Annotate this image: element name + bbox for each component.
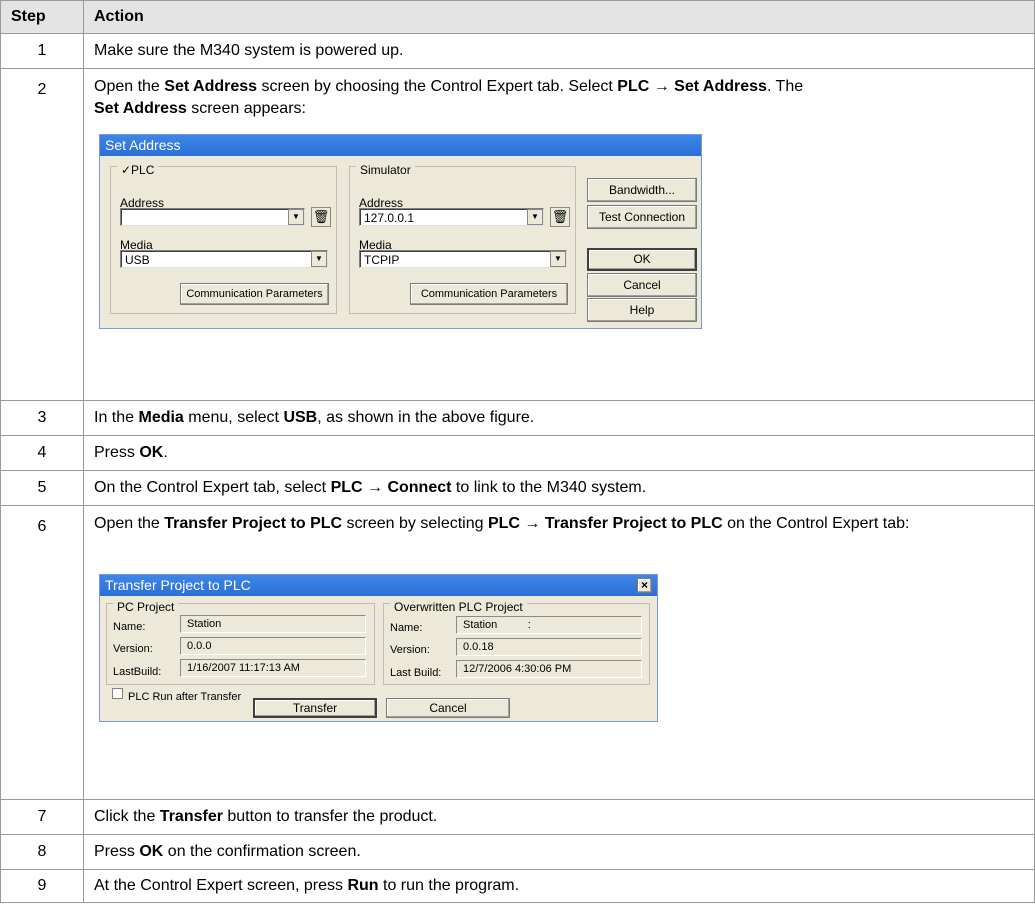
pc-name-value: Station <box>180 615 366 633</box>
step-action: In the Media menu, select USB, as shown … <box>83 400 1035 436</box>
pc-build-value: 1/16/2007 11:17:13 AM <box>180 659 366 677</box>
test-connection-button[interactable]: Test Connection <box>587 205 697 229</box>
plc-name-value: Station : <box>456 616 642 634</box>
cancel-button[interactable]: Cancel <box>587 273 697 297</box>
step-text: Open the Transfer Project to PLC screen … <box>94 515 910 532</box>
trash-icon[interactable]: 🗑 <box>550 207 570 227</box>
step-number: 3 <box>0 400 84 436</box>
step-number: 7 <box>0 799 84 835</box>
plc-project-group-label: Overwritten PLC Project <box>390 596 527 618</box>
pc-version-label: Version: <box>113 643 153 655</box>
plc-group-label: ✓PLC <box>117 159 159 181</box>
step-number: 9 <box>0 869 84 903</box>
step-number: 6 <box>0 505 84 800</box>
pc-project-group-label: PC Project <box>113 596 179 618</box>
plc-run-after-transfer-label: PLC Run after Transfer <box>128 691 242 703</box>
chevron-down-icon[interactable]: ▼ <box>311 251 327 267</box>
bandwidth-button[interactable]: Bandwidth... <box>587 178 697 202</box>
chevron-down-icon[interactable]: ▼ <box>288 209 304 225</box>
plc-build-value: 12/7/2006 4:30:06 PM <box>456 660 642 678</box>
dialog-title: Set Address <box>100 135 701 156</box>
transfer-button[interactable]: Transfer <box>253 698 377 718</box>
plc-run-after-transfer-checkbox[interactable] <box>112 688 123 699</box>
cancel-button[interactable]: Cancel <box>386 698 510 718</box>
trash-icon[interactable]: 🗑 <box>311 207 331 227</box>
step-number: 8 <box>0 834 84 870</box>
step-action: Open the Set Address screen by choosing … <box>83 68 1035 401</box>
simulator-group-label: Simulator <box>356 159 415 181</box>
table-row: 7 Click the Transfer button to transfer … <box>0 799 1035 835</box>
step-action: At the Control Expert screen, press Run … <box>83 869 1035 903</box>
step-action: Press OK on the confirmation screen. <box>83 834 1035 870</box>
plc-build-label: Last Build: <box>390 667 442 679</box>
plc-version-value: 0.0.18 <box>456 638 642 656</box>
step-action: Open the Transfer Project to PLC screen … <box>83 505 1035 800</box>
step-number: 2 <box>0 68 84 401</box>
step-number: 1 <box>0 33 84 69</box>
table-header-row: Step Action <box>0 0 1035 34</box>
table-row: 5 On the Control Expert tab, select PLC … <box>0 470 1035 506</box>
plc-version-label: Version: <box>390 644 430 656</box>
set-address-dialog: Set Address ✓PLC Address ▼ 🗑 Media USB ▼… <box>99 134 702 329</box>
table-row: 1 Make sure the M340 system is powered u… <box>0 33 1035 69</box>
plc-address-combo[interactable] <box>120 208 305 226</box>
step-number: 5 <box>0 470 84 506</box>
plc-communication-parameters-button[interactable]: Communication Parameters <box>180 283 329 305</box>
table-row: 4 Press OK. <box>0 435 1035 471</box>
simulator-address-combo[interactable]: 127.0.0.1 <box>359 208 544 226</box>
table-row: 3 In the Media menu, select USB, as show… <box>0 400 1035 436</box>
chevron-down-icon[interactable]: ▼ <box>527 209 543 225</box>
table-row: 8 Press OK on the confirmation screen. <box>0 834 1035 870</box>
step-number: 4 <box>0 435 84 471</box>
chevron-down-icon[interactable]: ▼ <box>550 251 566 267</box>
steps-table: Step Action 1 Make sure the M340 system … <box>0 0 1035 903</box>
header-step: Step <box>0 0 84 34</box>
table-row: 9 At the Control Expert screen, press Ru… <box>0 869 1035 903</box>
step-action: Click the Transfer button to transfer th… <box>83 799 1035 835</box>
ok-button[interactable]: OK <box>587 248 697 271</box>
dialog-title: Transfer Project to PLC <box>100 575 657 596</box>
pc-name-label: Name: <box>113 621 146 633</box>
table-row: 2 Open the Set Address screen by choosin… <box>0 68 1035 401</box>
plc-media-combo[interactable]: USB <box>120 250 328 268</box>
close-icon[interactable]: × <box>637 578 652 593</box>
table-row: 6 Open the Transfer Project to PLC scree… <box>0 505 1035 800</box>
simulator-communication-parameters-button[interactable]: Communication Parameters <box>410 283 568 305</box>
pc-build-label: LastBuild: <box>113 666 162 678</box>
transfer-project-dialog: Transfer Project to PLC × PC Project Nam… <box>99 574 658 722</box>
pc-version-value: 0.0.0 <box>180 637 366 655</box>
step-text: Open the Set Address screen by choosing … <box>94 78 804 117</box>
step-action: Make sure the M340 system is powered up. <box>83 33 1035 69</box>
header-action: Action <box>83 0 1035 34</box>
step-action: Press OK. <box>83 435 1035 471</box>
plc-name-label: Name: <box>390 622 423 634</box>
help-button[interactable]: Help <box>587 298 697 322</box>
step-action: On the Control Expert tab, select PLC → … <box>83 470 1035 506</box>
simulator-media-combo[interactable]: TCPIP <box>359 250 567 268</box>
